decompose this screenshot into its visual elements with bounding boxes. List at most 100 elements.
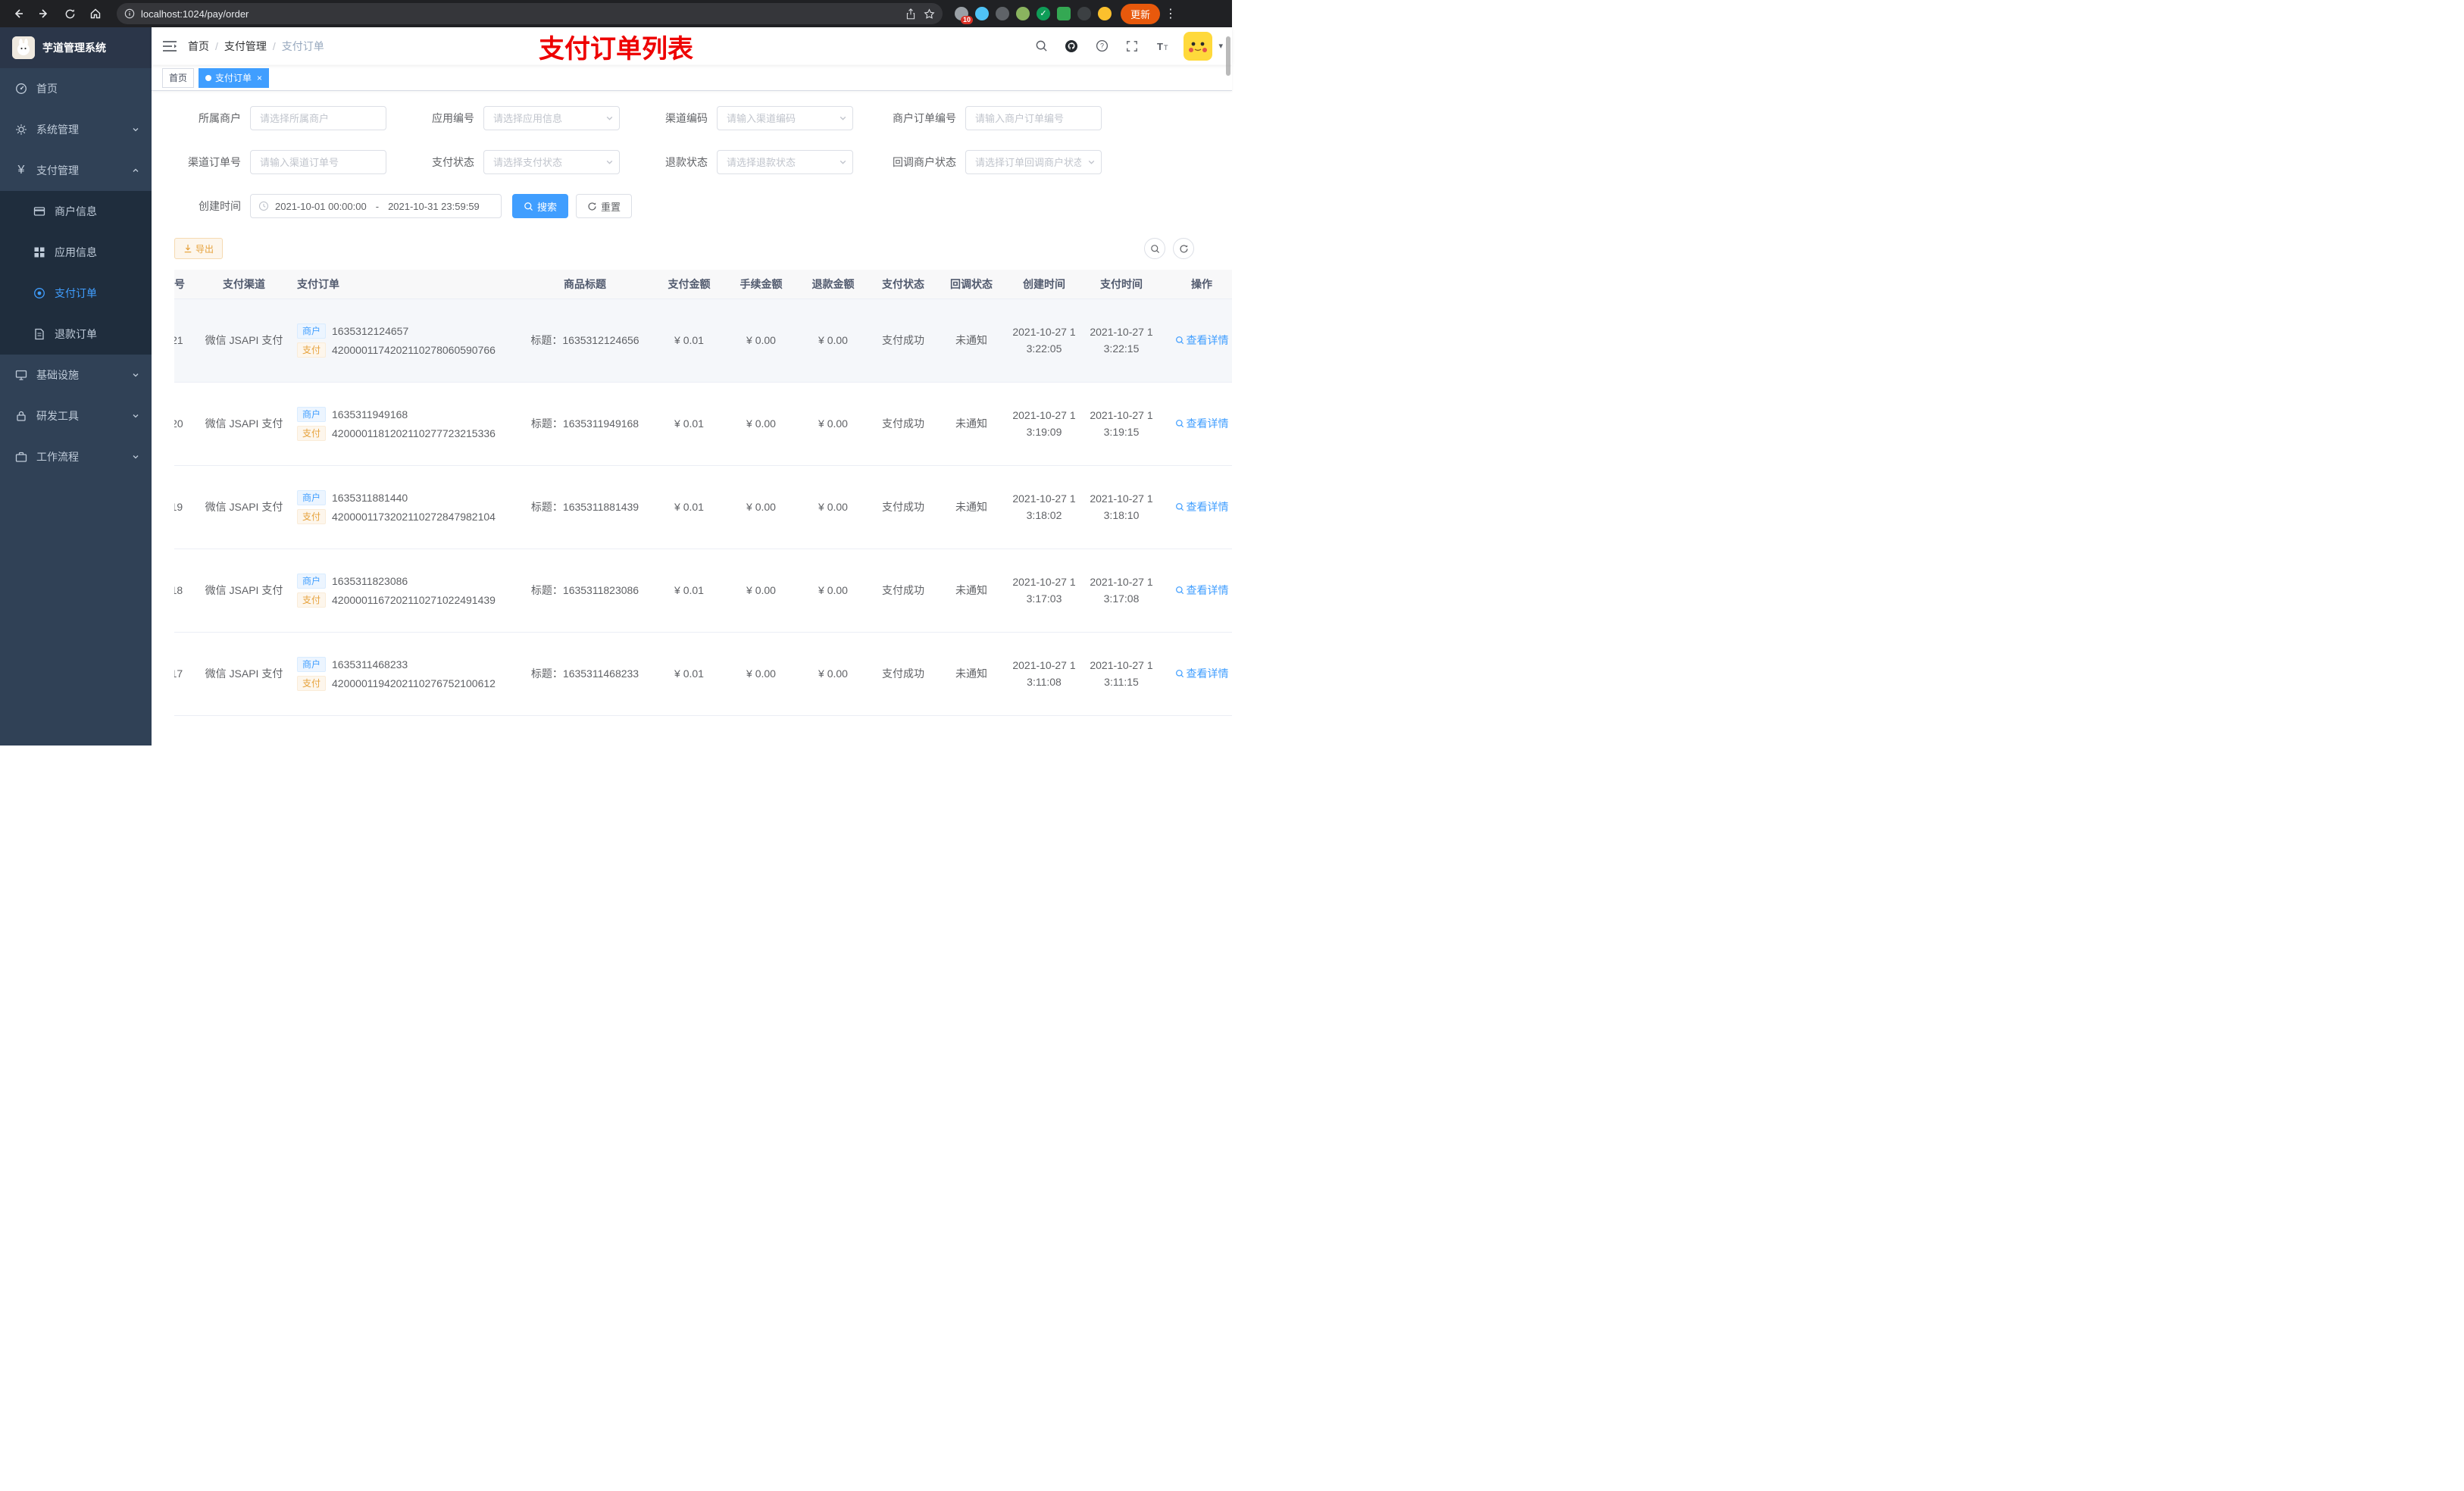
docs-help-button[interactable]: ? xyxy=(1088,27,1115,65)
sidebar-toggle-button[interactable] xyxy=(152,27,188,65)
filter-label-channel-code: 渠道编码 xyxy=(665,112,708,124)
github-icon xyxy=(1065,39,1078,52)
sidebar-item-app-info[interactable]: 应用信息 xyxy=(0,232,152,273)
view-detail-link[interactable]: 查看详情 xyxy=(1175,499,1229,514)
gear-icon xyxy=(15,123,27,136)
col-refund: 退款金额 xyxy=(797,270,869,299)
briefcase-icon xyxy=(15,451,27,463)
logo-image xyxy=(12,36,35,59)
merchant-select-input[interactable] xyxy=(250,106,386,130)
sidebar-item-pay[interactable]: ¥ 支付管理 xyxy=(0,150,152,191)
channel-order-no-input[interactable] xyxy=(250,150,386,174)
sidebar-item-dev-tools[interactable]: 研发工具 xyxy=(0,395,152,436)
pay-status-select[interactable] xyxy=(483,150,620,174)
bookmark-star-icon[interactable] xyxy=(924,8,935,20)
extension-icon-green-square[interactable] xyxy=(1057,7,1071,20)
share-icon[interactable] xyxy=(905,8,916,20)
orders-table-region: 编号 支付渠道 支付订单 商品标题 支付金额 手续金额 退款金额 支付状态 回调… xyxy=(174,270,1232,746)
browser-forward-button[interactable] xyxy=(33,3,55,24)
font-size-icon: TT xyxy=(1157,41,1168,52)
grid-icon xyxy=(33,246,45,258)
header-search-button[interactable] xyxy=(1027,27,1055,65)
channel-code-select[interactable] xyxy=(717,106,853,130)
yen-icon: ¥ xyxy=(17,164,25,177)
table-row[interactable]: 119 微信 JSAPI 支付 商户1635311881440 支付420000… xyxy=(174,465,1232,549)
filter-row-1: 所属商户 应用编号 渠道编码 商户订单编号 xyxy=(174,106,1232,130)
fullscreen-button[interactable] xyxy=(1118,27,1146,65)
sidebar-item-workflow[interactable]: 工作流程 xyxy=(0,436,152,477)
url-text: localhost:1024/pay/order xyxy=(141,8,249,20)
breadcrumb-current: 支付订单 xyxy=(281,39,324,52)
table-row[interactable]: 118 微信 JSAPI 支付 商户1635311823086 支付420000… xyxy=(174,549,1232,633)
extension-icon-drop[interactable] xyxy=(975,7,989,20)
magnifier-icon xyxy=(1175,670,1184,678)
toggle-search-button[interactable] xyxy=(1144,238,1165,259)
breadcrumb-pay-manage[interactable]: 支付管理 xyxy=(224,39,267,54)
github-link-button[interactable] xyxy=(1058,27,1085,65)
dashboard-icon xyxy=(15,83,27,95)
notify-status-select[interactable] xyxy=(965,150,1102,174)
filter-label-create-time: 创建时间 xyxy=(199,200,241,212)
sidebar-item-system[interactable]: 系统管理 xyxy=(0,109,152,150)
merchant-order-no-input[interactable] xyxy=(965,106,1102,130)
sidebar-item-refund-order[interactable]: 退款订单 xyxy=(0,314,152,355)
sidebar-item-home[interactable]: 首页 xyxy=(0,68,152,109)
page-scrollbar[interactable] xyxy=(1226,36,1230,76)
table-row[interactable]: 121 微信 JSAPI 支付 商户1635312124657 支付420000… xyxy=(174,299,1232,383)
orders-table: 编号 支付渠道 支付订单 商品标题 支付金额 手续金额 退款金额 支付状态 回调… xyxy=(174,270,1232,746)
view-detail-link[interactable]: 查看详情 xyxy=(1175,666,1229,681)
breadcrumb-home[interactable]: 首页 xyxy=(188,39,209,54)
refresh-table-button[interactable] xyxy=(1173,238,1194,259)
extension-icon-gray[interactable] xyxy=(996,7,1009,20)
address-bar[interactable]: localhost:1024/pay/order xyxy=(117,3,943,24)
view-detail-link[interactable]: 查看详情 xyxy=(1175,583,1229,598)
col-id: 编号 xyxy=(174,270,199,299)
extension-icon-pin[interactable] xyxy=(1077,7,1091,20)
avatar-image xyxy=(1184,31,1213,61)
extension-icon-check[interactable]: ✓ xyxy=(1037,7,1050,20)
document-icon xyxy=(33,328,45,340)
browser-home-button[interactable] xyxy=(85,3,106,24)
filter-label-channel-order-no: 渠道订单号 xyxy=(188,156,241,168)
chevron-down-icon xyxy=(132,451,139,463)
sidebar-logo[interactable]: 芋道管理系统 xyxy=(0,27,152,68)
app-no-select[interactable] xyxy=(483,106,620,130)
avatar-caret-icon[interactable]: ▾ xyxy=(1218,41,1223,51)
extension-icon-green-circle[interactable] xyxy=(1016,7,1030,20)
site-info-icon[interactable] xyxy=(124,8,135,19)
sidebar-item-infra[interactable]: 基础设施 xyxy=(0,355,152,395)
close-tab-icon[interactable]: × xyxy=(255,73,262,83)
create-time-range-picker[interactable]: 2021-10-01 00:00:00 - 2021-10-31 23:59:5… xyxy=(250,194,502,218)
table-row[interactable]: 117 微信 JSAPI 支付 商户1635311468233 支付420000… xyxy=(174,632,1232,716)
extension-icon-face[interactable] xyxy=(1098,7,1112,20)
browser-menu-icon[interactable]: ⋮ xyxy=(1165,6,1177,21)
browser-refresh-button[interactable] xyxy=(59,3,80,24)
tab-home[interactable]: 首页 xyxy=(162,67,195,88)
search-button[interactable]: 搜索 xyxy=(512,194,569,218)
forward-arrow-icon xyxy=(39,9,48,18)
col-pay-order: 支付订单 xyxy=(289,270,517,299)
search-icon xyxy=(524,202,533,211)
app-title: 芋道管理系统 xyxy=(42,42,106,54)
font-size-button[interactable]: TT xyxy=(1149,27,1176,65)
view-detail-link[interactable]: 查看详情 xyxy=(1175,416,1229,431)
refund-status-select[interactable] xyxy=(717,150,853,174)
sidebar-item-merchant-info[interactable]: 商户信息 xyxy=(0,191,152,232)
pay-tag: 支付 xyxy=(297,592,327,608)
user-avatar[interactable] xyxy=(1184,31,1213,61)
home-icon xyxy=(90,8,101,19)
browser-back-button[interactable] xyxy=(8,3,29,24)
table-row[interactable]: 120 微信 JSAPI 支付 商户1635311949168 支付420000… xyxy=(174,382,1232,466)
table-row-partial[interactable]: 商户1635311157726 xyxy=(174,715,1232,746)
merchant-tag: 商户 xyxy=(297,573,327,589)
reset-button[interactable]: 重置 xyxy=(576,194,633,218)
bank-card-icon xyxy=(33,205,45,217)
chrome-update-button[interactable]: 更新 xyxy=(1121,3,1161,24)
date-end: 2021-10-31 23:59:59 xyxy=(388,200,480,212)
extension-icon-puzzle[interactable]: 10 xyxy=(955,7,973,24)
view-detail-link[interactable]: 查看详情 xyxy=(1175,333,1229,348)
tab-pay-order[interactable]: 支付订单 × xyxy=(199,67,270,88)
sidebar-item-pay-order[interactable]: 支付订单 xyxy=(0,273,152,314)
export-button[interactable]: 导出 xyxy=(174,238,224,259)
filter-label-merchant-order-no: 商户订单编号 xyxy=(893,112,956,124)
